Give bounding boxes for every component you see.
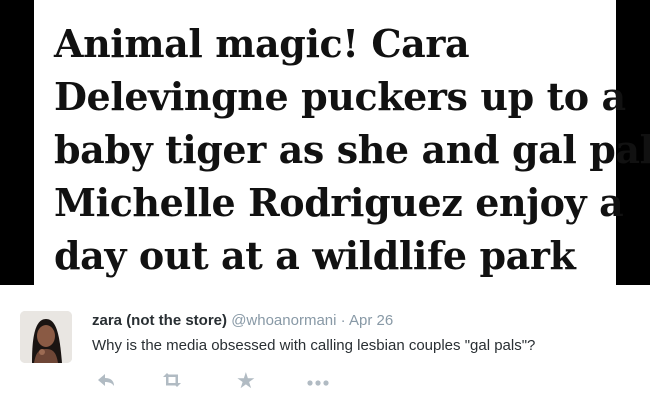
header-separator: · (340, 312, 346, 329)
tweet-header: zara (not the store) @whoanormani · Apr … (92, 312, 393, 329)
headline-line-5: day out at a wildlife park (54, 233, 576, 278)
star-icon[interactable]: ★ (236, 368, 256, 394)
display-name[interactable]: zara (not the store) (92, 312, 227, 329)
tweet-text: Why is the media obsessed with calling l… (92, 337, 536, 354)
tweet: zara (not the store) @whoanormani · Apr … (0, 285, 650, 414)
avatar[interactable] (20, 311, 72, 363)
reply-icon[interactable] (96, 371, 116, 394)
timestamp[interactable]: Apr 26 (349, 312, 393, 329)
headline-line-1: Animal magic! Cara (54, 21, 470, 66)
headline-line-2: Delevingne puckers up to a (54, 74, 626, 119)
user-handle[interactable]: @whoanormani (231, 312, 336, 329)
more-icon[interactable] (306, 375, 330, 393)
retweet-icon[interactable] (160, 371, 184, 394)
headline: Animal magic! Cara Delevingne puckers up… (54, 17, 650, 282)
headline-line-3: baby tiger as she and gal pal (54, 127, 650, 172)
headline-line-4: Michelle Rodriguez enjoy a (54, 180, 624, 225)
avatar-image (20, 311, 72, 363)
